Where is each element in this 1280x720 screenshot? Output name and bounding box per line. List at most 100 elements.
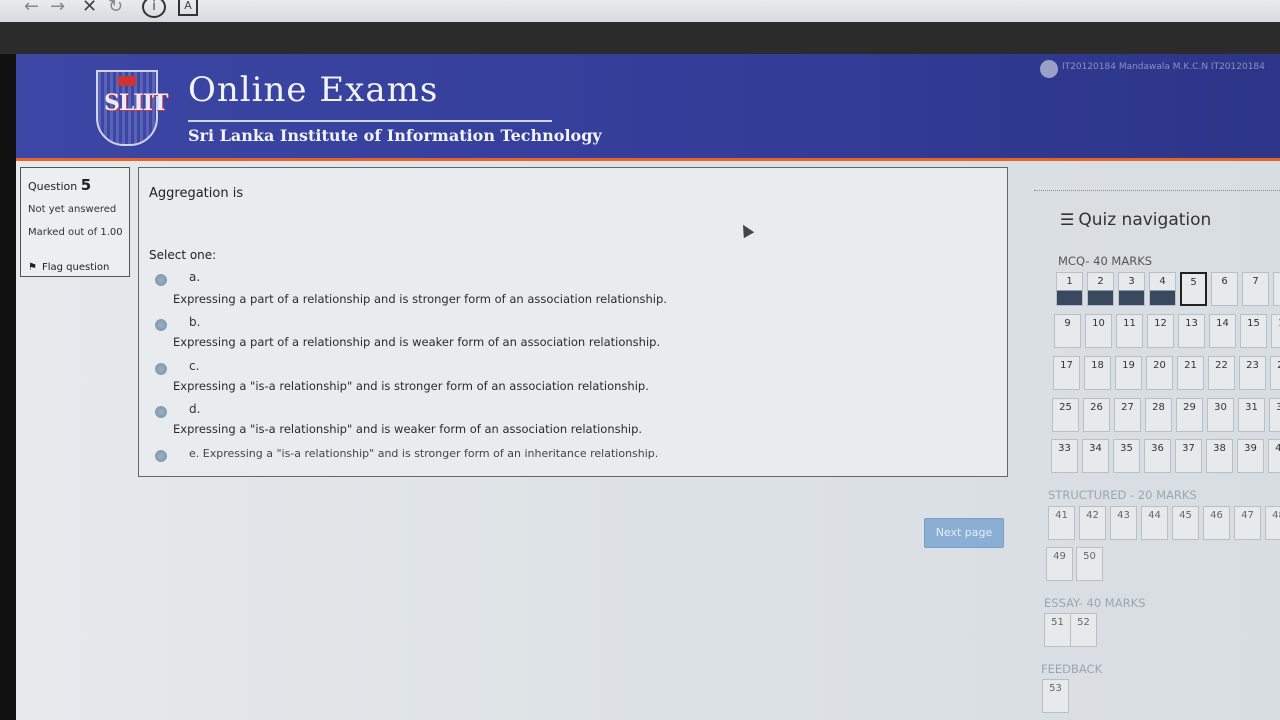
option-e-text[interactable]: e. Expressing a "is-a relationship" and … [189,447,658,460]
question-nav-button-46[interactable]: 46 [1203,506,1230,540]
question-nav-button-2[interactable]: 2 [1087,272,1114,306]
document-icon[interactable]: A [178,0,198,16]
question-nav-button-33[interactable]: 33 [1051,439,1078,473]
crest-icon [118,76,136,86]
answer-status: Not yet answered [28,204,117,215]
question-nav-button-14[interactable]: 14 [1209,314,1236,348]
question-nav-button-8[interactable]: 8 [1273,272,1280,306]
question-nav-button-17[interactable]: 17 [1053,356,1080,390]
option-b-text[interactable]: Expressing a part of a relationship and … [173,335,660,349]
question-nav-button-40[interactable]: 40 [1268,439,1280,473]
question-nav-button-45[interactable]: 45 [1172,506,1199,540]
question-nav-button-6[interactable]: 6 [1211,272,1238,306]
question-nav-button-16[interactable]: 16 [1271,314,1280,348]
question-nav-button-24[interactable]: 24 [1270,356,1280,390]
question-nav-button-49[interactable]: 49 [1046,547,1073,581]
option-c-text[interactable]: Expressing a "is-a relationship" and is … [173,379,649,393]
next-page-button[interactable]: Next page [924,518,1004,548]
option-a-letter: a. [189,270,201,284]
question-nav-button-5[interactable]: 5 [1180,272,1207,306]
question-nav-button-42[interactable]: 42 [1079,506,1106,540]
option-b-letter: b. [189,315,201,329]
option-c-radio[interactable] [155,363,167,375]
question-nav-button-4[interactable]: 4 [1149,272,1176,306]
question-nav-button-31[interactable]: 31 [1238,398,1265,432]
option-e-radio[interactable] [155,450,167,462]
question-nav-button-38[interactable]: 38 [1206,439,1233,473]
question-nav-button-35[interactable]: 35 [1113,439,1140,473]
option-d-text[interactable]: Expressing a "is-a relationship" and is … [173,422,642,436]
question-nav-button-7[interactable]: 7 [1242,272,1269,306]
question-nav-button-52[interactable]: 52 [1070,613,1097,647]
question-nav-button-10[interactable]: 10 [1085,314,1112,348]
question-nav-button-44[interactable]: 44 [1141,506,1168,540]
option-a-radio[interactable] [155,274,167,286]
question-nav-button-9[interactable]: 9 [1054,314,1081,348]
quiz-navigation-panel: ☰ Quiz navigation MCQ- 40 MARKS STRUCTURE… [1034,190,1280,720]
question-nav-button-3[interactable]: 3 [1118,272,1145,306]
option-d-radio[interactable] [155,406,167,418]
question-nav-button-28[interactable]: 28 [1145,398,1172,432]
question-nav-button-1[interactable]: 1 [1056,272,1083,306]
title-divider [188,120,552,122]
flag-question-label: Flag question [42,262,110,273]
reload-icon[interactable]: ↻ [108,0,123,18]
logo-text: SLIIT [104,90,168,116]
site-title: Online Exams [188,70,439,110]
stop-icon[interactable]: ✕ [82,0,97,18]
question-nav-button-36[interactable]: 36 [1144,439,1171,473]
screen-edge [0,54,16,720]
question-number: Question 5 [28,176,91,194]
marked-out-of: Marked out of 1.00 [28,227,123,238]
site-header: SLIIT Online Exams Sri Lanka Institute o… [16,54,1280,161]
option-d-letter: d. [189,402,201,416]
menu-icon: ☰ [1060,210,1075,229]
flag-question-link[interactable]: ⚑ Flag question [28,262,109,273]
question-nav-button-51[interactable]: 51 [1044,613,1071,647]
section-label-feedback: FEEDBACK [1041,662,1103,676]
browser-toolbar: ← → ✕ ↻ i A [0,0,1280,23]
avatar[interactable] [1040,60,1058,78]
flag-icon: ⚑ [28,262,37,273]
question-nav-button-32[interactable]: 32 [1269,398,1280,432]
question-nav-button-25[interactable]: 25 [1052,398,1079,432]
quiz-navigation-title: ☰ Quiz navigation [1060,210,1211,230]
question-nav-button-37[interactable]: 37 [1175,439,1202,473]
quiz-navigation-label: Quiz navigation [1078,210,1212,230]
question-nav-button-26[interactable]: 26 [1083,398,1110,432]
question-nav-button-47[interactable]: 47 [1234,506,1261,540]
question-nav-button-30[interactable]: 30 [1207,398,1234,432]
option-b-radio[interactable] [155,319,167,331]
back-arrow-icon[interactable]: ← [24,0,39,18]
question-nav-button-19[interactable]: 19 [1115,356,1142,390]
question-nav-button-11[interactable]: 11 [1116,314,1143,348]
question-nav-button-18[interactable]: 18 [1084,356,1111,390]
site-subtitle: Sri Lanka Institute of Information Techn… [188,126,602,145]
option-a-text[interactable]: Expressing a part of a relationship and … [173,292,667,306]
user-name[interactable]: IT20120184 Mandawala M.K.C.N IT20120184 [1062,62,1265,72]
question-nav-button-27[interactable]: 27 [1114,398,1141,432]
question-label: Question [28,180,78,193]
question-content: Aggregation is Select one: a. Expressing… [138,167,1008,477]
question-nav-button-50[interactable]: 50 [1076,547,1103,581]
question-nav-button-39[interactable]: 39 [1237,439,1264,473]
question-nav-button-21[interactable]: 21 [1177,356,1204,390]
question-nav-button-43[interactable]: 43 [1110,506,1137,540]
question-nav-button-29[interactable]: 29 [1176,398,1203,432]
info-icon[interactable]: i [142,0,166,18]
forward-arrow-icon[interactable]: → [50,0,65,18]
question-nav-button-13[interactable]: 13 [1178,314,1205,348]
question-nav-button-12[interactable]: 12 [1147,314,1174,348]
question-nav-button-34[interactable]: 34 [1082,439,1109,473]
select-one-label: Select one: [149,248,217,262]
question-nav-button-15[interactable]: 15 [1240,314,1267,348]
sliit-logo[interactable]: SLIIT [96,70,168,146]
question-nav-button-53[interactable]: 53 [1042,679,1069,713]
question-nav-button-22[interactable]: 22 [1208,356,1235,390]
option-c-letter: c. [189,359,200,373]
question-nav-button-48[interactable]: 48 [1265,506,1280,540]
question-nav-button-41[interactable]: 41 [1048,506,1075,540]
question-nav-button-20[interactable]: 20 [1146,356,1173,390]
question-info-box: Question 5 Not yet answered Marked out o… [20,167,130,277]
question-nav-button-23[interactable]: 23 [1239,356,1266,390]
